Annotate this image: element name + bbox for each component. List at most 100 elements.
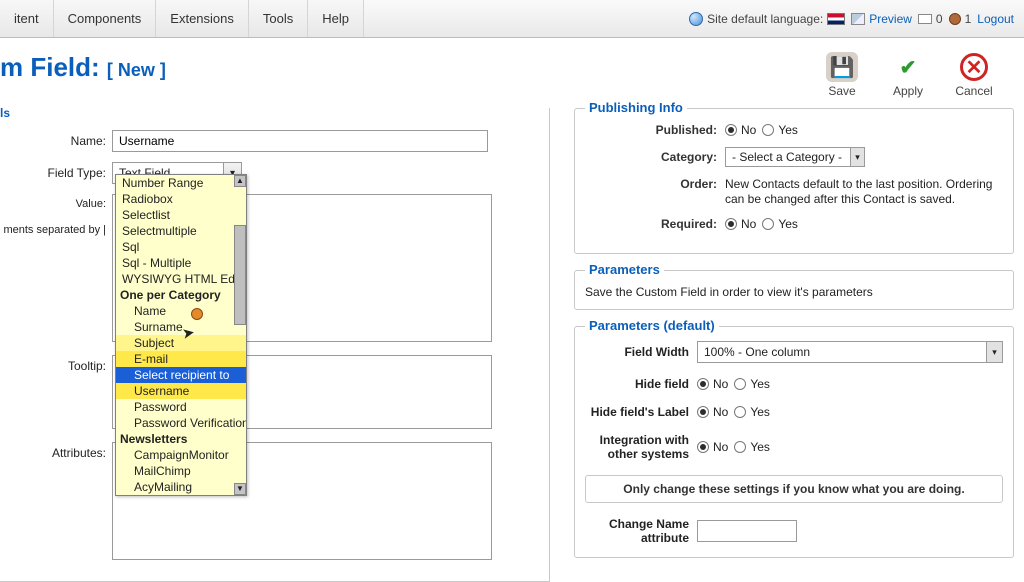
- parameters-note: Save the Custom Field in order to view i…: [585, 285, 1003, 299]
- published-label: Published:: [585, 123, 725, 137]
- hide-label-no-radio[interactable]: [697, 406, 709, 418]
- menu-left: itent Components Extensions Tools Help: [0, 0, 364, 37]
- field-width-select[interactable]: 100% - One column ▾: [697, 341, 1003, 363]
- picture-icon: [851, 13, 865, 25]
- integration-no-text: No: [713, 440, 728, 454]
- order-label: Order:: [585, 177, 725, 191]
- dropdown-option[interactable]: Sql: [116, 239, 246, 255]
- logout-link[interactable]: Logout: [977, 12, 1014, 26]
- hide-label-yes-radio[interactable]: [734, 406, 746, 418]
- name-input[interactable]: [112, 130, 488, 152]
- hide-label-label: Hide field's Label: [585, 405, 697, 419]
- top-menubar: itent Components Extensions Tools Help S…: [0, 0, 1024, 38]
- floppy-icon: 💾: [826, 52, 858, 82]
- integration-label: Integration with other systems: [585, 433, 697, 461]
- required-yes-text: Yes: [778, 217, 798, 231]
- cursor-marker-icon: [191, 308, 203, 320]
- chevron-down-icon[interactable]: ▾: [986, 342, 1002, 362]
- dropdown-option[interactable]: Selectmultiple: [116, 223, 246, 239]
- integration-no-radio[interactable]: [697, 441, 709, 453]
- details-legend: ls: [0, 106, 10, 120]
- dropdown-option[interactable]: Sql - Multiple: [116, 255, 246, 271]
- field-width-label: Field Width: [585, 345, 697, 359]
- change-name-label: Change Name attribute: [585, 517, 697, 545]
- menu-item-extensions[interactable]: Extensions: [156, 0, 249, 37]
- settings-warning: Only change these settings if you know w…: [585, 475, 1003, 503]
- apply-button[interactable]: ✔ Apply: [884, 52, 932, 98]
- cancel-label: Cancel: [955, 84, 992, 98]
- page-title-main: m Field:: [0, 52, 100, 82]
- dropdown-option[interactable]: E-mail: [116, 351, 246, 367]
- required-no-radio[interactable]: [725, 218, 737, 230]
- hide-field-yes-radio[interactable]: [734, 378, 746, 390]
- scroll-up-icon[interactable]: ▲: [234, 175, 246, 187]
- parameters-default-panel: Parameters (default) Field Width 100% - …: [574, 326, 1014, 558]
- hide-field-no-radio[interactable]: [697, 378, 709, 390]
- dropdown-option[interactable]: Password: [116, 399, 246, 415]
- category-label: Category:: [585, 150, 725, 164]
- menu-item-help[interactable]: Help: [308, 0, 364, 37]
- dropdown-option[interactable]: Newsletters: [116, 431, 246, 447]
- save-label: Save: [828, 84, 855, 98]
- user-count: 1: [965, 12, 972, 26]
- dropdown-option[interactable]: Selectlist: [116, 207, 246, 223]
- scroll-down-icon[interactable]: ▼: [234, 483, 246, 495]
- parameters-default-legend: Parameters (default): [585, 318, 719, 333]
- save-button[interactable]: 💾 Save: [818, 52, 866, 98]
- published-yes-text: Yes: [778, 123, 798, 137]
- dropdown-option[interactable]: Username: [116, 383, 246, 399]
- hide-field-yes-text: Yes: [750, 377, 770, 391]
- dropdown-option[interactable]: Select recipient to: [116, 367, 246, 383]
- field-width-value: 100% - One column: [698, 342, 986, 362]
- menu-item-components[interactable]: Components: [54, 0, 157, 37]
- dropdown-option[interactable]: One per Category: [116, 287, 246, 303]
- dropdown-option[interactable]: AcyMailing: [116, 479, 246, 495]
- scroll-thumb[interactable]: [234, 225, 246, 325]
- globe-icon: [689, 12, 703, 26]
- field-type-dropdown[interactable]: ▲ ▼ Number RangeRadioboxSelectlistSelect…: [115, 174, 247, 496]
- dropdown-option[interactable]: Radiobox: [116, 191, 246, 207]
- page-title: m Field: [ New ]: [0, 52, 166, 83]
- dropdown-option[interactable]: Subject: [116, 335, 246, 351]
- value-label: Value: ments separated by |: [0, 194, 112, 237]
- required-yes-radio[interactable]: [762, 218, 774, 230]
- menu-item-tools[interactable]: Tools: [249, 0, 308, 37]
- hide-field-no-text: No: [713, 377, 728, 391]
- published-yes-radio[interactable]: [762, 124, 774, 136]
- apply-label: Apply: [893, 84, 923, 98]
- mail-count: 0: [936, 12, 943, 26]
- dropdown-option[interactable]: MailChimp: [116, 463, 246, 479]
- user-icon: [949, 13, 961, 25]
- toolbar-actions: 💾 Save ✔ Apply ✕ Cancel: [818, 52, 1012, 98]
- dropdown-option[interactable]: Name: [116, 303, 246, 319]
- chevron-down-icon[interactable]: ▾: [850, 148, 864, 166]
- publishing-legend: Publishing Info: [585, 100, 687, 115]
- status-right: Site default language: Preview 0 1 Logou…: [689, 0, 1024, 37]
- category-value: - Select a Category -: [726, 150, 850, 164]
- dropdown-option[interactable]: Number Range: [116, 175, 246, 191]
- cancel-button[interactable]: ✕ Cancel: [950, 52, 998, 98]
- title-bar: m Field: [ New ] 💾 Save ✔ Apply ✕ Cancel: [0, 38, 1024, 108]
- cancel-icon: ✕: [958, 52, 990, 82]
- category-select[interactable]: - Select a Category - ▾: [725, 147, 865, 167]
- preview-link[interactable]: Preview: [869, 12, 912, 26]
- details-panel: ls Name: Field Type: Text Field ▾ Value:…: [0, 108, 550, 582]
- hide-label-yes-text: Yes: [750, 405, 770, 419]
- name-label: Name:: [0, 130, 112, 148]
- required-no-text: No: [741, 217, 756, 231]
- dropdown-option[interactable]: Password Verification: [116, 415, 246, 431]
- parameters-meta-legend: Parameters: [585, 262, 664, 277]
- dropdown-option[interactable]: CampaignMonitor: [116, 447, 246, 463]
- published-no-radio[interactable]: [725, 124, 737, 136]
- check-icon: ✔: [892, 52, 924, 82]
- flag-icon: [827, 13, 845, 25]
- required-label: Required:: [585, 217, 725, 231]
- integration-yes-radio[interactable]: [734, 441, 746, 453]
- menu-item-content[interactable]: itent: [0, 0, 54, 37]
- mail-icon: [918, 14, 932, 24]
- dropdown-option[interactable]: WYSIWYG HTML Editor: [116, 271, 246, 287]
- published-no-text: No: [741, 123, 756, 137]
- change-name-input[interactable]: [697, 520, 797, 542]
- tooltip-label: Tooltip:: [0, 355, 112, 373]
- attributes-label: Attributes:: [0, 442, 112, 460]
